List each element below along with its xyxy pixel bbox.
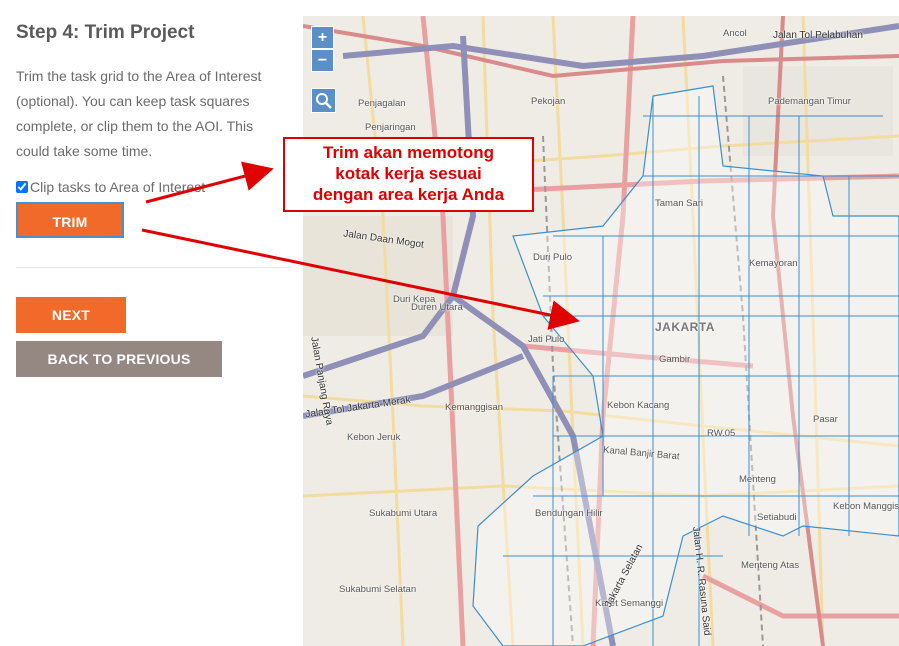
- callout-line: dengan area kerja Anda: [312, 185, 505, 204]
- map-label: Pekojan: [531, 96, 566, 107]
- map-label: Jati Pulo: [528, 334, 565, 345]
- map-label: Kemayoran: [749, 258, 798, 269]
- map-label: Jalan Tol Pelabuhan: [773, 30, 863, 41]
- back-to-previous-button[interactable]: BACK TO PREVIOUS: [16, 341, 222, 377]
- map-label: Menteng Atas: [741, 560, 800, 571]
- next-button[interactable]: NEXT: [16, 297, 126, 333]
- map-label: JAKARTA: [655, 320, 715, 334]
- map-label: Sukabumi Selatan: [339, 584, 417, 595]
- divider: [16, 267, 291, 268]
- zoom-in-button[interactable]: +: [311, 26, 334, 49]
- map-label: Penjagalan: [358, 98, 406, 109]
- map-label: Kebon Jeruk: [347, 432, 401, 443]
- clip-tasks-checkbox[interactable]: [16, 181, 28, 193]
- search-icon: [316, 93, 332, 109]
- map-label: Ancol: [723, 28, 747, 39]
- step-title: Step 4: Trim Project: [16, 22, 195, 43]
- map-label: Bendungan Hilir: [535, 508, 603, 519]
- map-label: Duren Utara: [411, 302, 463, 313]
- map-label: Duri Pulo: [533, 252, 573, 263]
- map-search-button[interactable]: [311, 88, 336, 113]
- map-label: Gambir: [659, 354, 691, 365]
- callout-line: Trim akan memotong: [323, 143, 494, 162]
- map-view[interactable]: + − Jalan Tol Pelabuhan Ancol Pademangan…: [303, 16, 899, 646]
- callout-box: Trim akan memotong kotak kerja sesuai de…: [283, 137, 534, 212]
- map-label: Setiabudi: [757, 512, 797, 523]
- map-label: Penjaringan: [365, 122, 416, 133]
- callout-line: kotak kerja sesuai: [335, 164, 482, 183]
- map-label: Menteng: [739, 474, 776, 485]
- map-label: Taman Sari: [655, 198, 704, 209]
- map-label: Kebon Kacang: [607, 400, 670, 411]
- trim-button[interactable]: TRIM: [16, 202, 124, 238]
- map-label: Pademangan Timur: [768, 96, 851, 107]
- map-tiles: [303, 16, 899, 646]
- map-label: Kemanggisan: [445, 402, 504, 413]
- zoom-out-button[interactable]: −: [311, 49, 334, 72]
- map-label: RW.05: [707, 428, 736, 439]
- step-description: Trim the task grid to the Area of Intere…: [16, 68, 262, 159]
- left-panel: Step 4: Trim Project Trim the task grid …: [0, 0, 303, 646]
- map-label: Sukabumi Utara: [369, 508, 438, 519]
- clip-tasks-option[interactable]: Clip tasks to Area of Interest: [16, 179, 205, 195]
- map-label: Pasar: [813, 414, 838, 425]
- clip-tasks-label: Clip tasks to Area of Interest: [30, 179, 206, 195]
- map-label: Kebon Manggis: [833, 501, 899, 512]
